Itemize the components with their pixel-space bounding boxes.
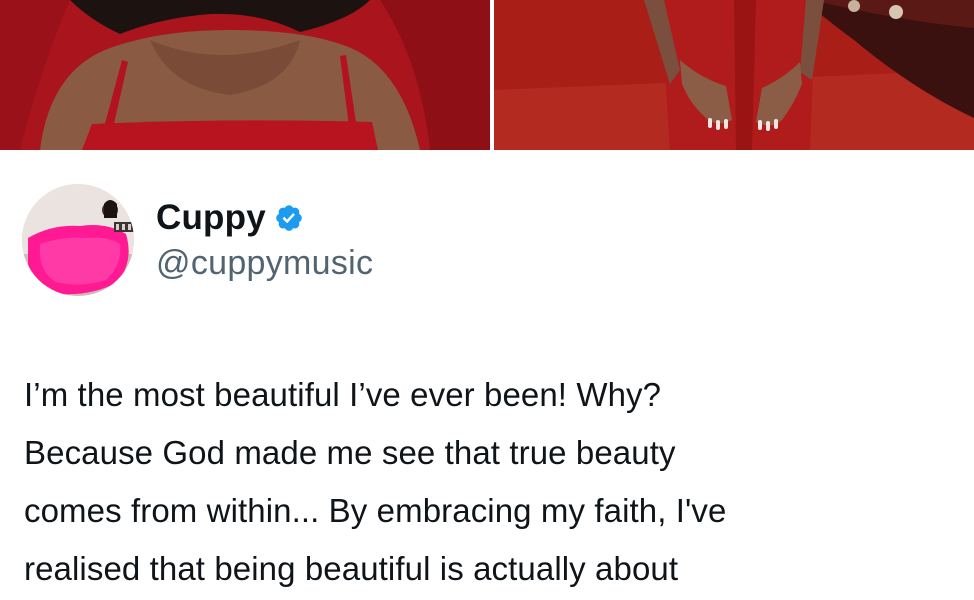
avatar-image: [22, 184, 134, 296]
photo-right-art: [494, 0, 974, 150]
verified-badge-icon: [274, 203, 304, 233]
photo-left[interactable]: [0, 0, 490, 150]
display-name[interactable]: Cuppy: [156, 198, 266, 238]
author-handle[interactable]: @cuppymusic: [156, 244, 373, 283]
media-strip: [0, 0, 974, 150]
avatar[interactable]: [22, 184, 134, 296]
photo-left-art: [0, 0, 490, 150]
photo-right[interactable]: [494, 0, 974, 150]
tweet-text: I’m the most beautiful I’ve ever been! W…: [24, 376, 727, 587]
author-name-row: Cuppy: [156, 196, 304, 240]
